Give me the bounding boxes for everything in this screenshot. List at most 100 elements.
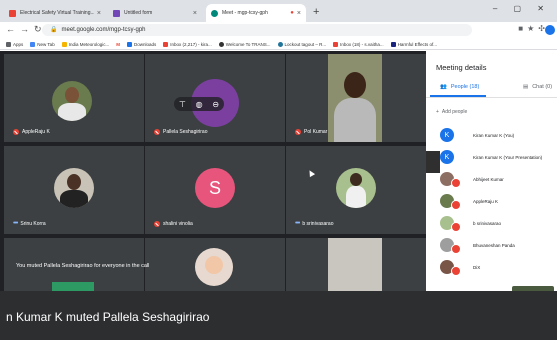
- camera-icon[interactable]: ■: [518, 24, 527, 33]
- mic-off-icon: [451, 244, 461, 254]
- new-tab-button[interactable]: +: [313, 6, 319, 18]
- participant-name-row: shalini vinolia: [154, 221, 193, 227]
- bookmark-gmail[interactable]: M: [116, 42, 120, 47]
- remove-icon[interactable]: ⊖: [212, 100, 219, 109]
- pin-icon[interactable]: ⊤: [179, 100, 186, 109]
- bookmark-label: Harmful Effects of...: [397, 41, 438, 47]
- browser-tab-meet[interactable]: Meet - mgp-tcsy-gph ● ×: [206, 4, 306, 22]
- lock-icon: 🔒: [50, 27, 58, 33]
- list-item[interactable]: K Kiran Kumar K (You): [426, 124, 557, 146]
- bookmark-lockout[interactable]: Lockout tagout – R...: [277, 41, 326, 47]
- participant-tile[interactable]: [145, 238, 285, 291]
- bookmark-harmful[interactable]: Harmful Effects of...: [390, 41, 438, 47]
- bookmarks-bar: Apps New Tab India Meteorologic... M Dow…: [0, 39, 557, 50]
- gmail-icon: [163, 41, 169, 47]
- profile-avatar[interactable]: [545, 25, 555, 35]
- participant-tile[interactable]: S shalini vinolia: [145, 146, 285, 234]
- participant-name-row: Pallela Seshagirirao: [154, 129, 207, 135]
- participant-name: b srinivasarao: [473, 220, 502, 226]
- list-item[interactable]: DiX: [426, 256, 557, 278]
- bookmark-label: Downloads: [133, 41, 157, 47]
- back-icon[interactable]: ←: [6, 24, 20, 34]
- mic-off-icon: [295, 129, 301, 135]
- bookmark-label: Inbox (18) - s.vaitha...: [340, 41, 384, 47]
- gmail-icon: [9, 9, 16, 17]
- speaking-indicator: •••: [295, 220, 300, 227]
- shirt: [58, 103, 86, 121]
- avatar: [195, 248, 233, 286]
- participant-tile[interactable]: Pol Kumar: [286, 54, 426, 142]
- download-icon: [126, 41, 132, 47]
- browser-tab-electrical-safety[interactable]: Electrical Safety Virtual Training... ×: [4, 4, 106, 22]
- participant-name: Bhuvaneshan Panda: [473, 242, 515, 248]
- bookmark-imd[interactable]: India Meteorologic...: [61, 41, 109, 47]
- participant-name: Srinu Korra: [20, 220, 46, 227]
- bookmark-downloads[interactable]: Downloads: [126, 41, 157, 47]
- navigation-buttons[interactable]: ←→↻: [6, 24, 47, 35]
- wordpress-icon: [277, 41, 283, 47]
- participant-tile[interactable]: ⊤ ◍ ⊖ Pallela Seshagirirao: [145, 54, 285, 142]
- video-feed: [328, 238, 382, 291]
- mic-off-icon: [154, 221, 160, 227]
- participant-name: b srinivasarao: [302, 220, 334, 227]
- tile-hover-controls: ⊤ ◍ ⊖: [174, 97, 224, 111]
- window-controls[interactable]: – ▢ ✕: [493, 4, 551, 13]
- list-item[interactable]: K Kiran Kumar K (Your Presentation): [426, 146, 557, 168]
- participant-name: Kiran Kumar K (You): [473, 132, 515, 138]
- forward-icon[interactable]: →: [20, 24, 34, 34]
- bookmark-new-tab[interactable]: New Tab: [30, 41, 55, 47]
- caption-bar: n Kumar K muted Pallela Seshagirirao: [0, 291, 557, 340]
- mic-off-icon: [451, 222, 461, 232]
- close-icon[interactable]: ×: [97, 10, 101, 17]
- participant-tile[interactable]: AppleRaju K: [4, 54, 144, 142]
- participant-tile[interactable]: ••• b srinivasarao: [286, 146, 426, 234]
- bookmark-apps[interactable]: Apps: [6, 41, 24, 47]
- participant-name-row: ••• Srinu Korra: [13, 220, 46, 227]
- participant-tile[interactable]: ••• Srinu Korra: [4, 146, 144, 234]
- bookmark-inbox-2[interactable]: Inbox (18) - s.vaitha...: [333, 41, 384, 47]
- list-item[interactable]: Abhijeet Kumar: [426, 168, 557, 190]
- add-people-button[interactable]: + Add people: [436, 109, 467, 115]
- meet-icon: [211, 9, 218, 17]
- avatar-initial: S: [208, 177, 221, 198]
- bookmark-label: Inbox (2,217) - kira...: [170, 41, 212, 47]
- address-bar[interactable]: 🔒 meet.google.com/mgp-tcsy-gph: [42, 24, 472, 36]
- avatar: S: [195, 168, 235, 208]
- participant-name-row: Pol Kumar: [295, 129, 327, 135]
- panel-tabs: 👥 People (18) ▤ Chat (0): [426, 81, 557, 98]
- gmail-icon: M: [116, 41, 120, 47]
- mic-off-icon[interactable]: ◍: [196, 100, 203, 109]
- star-icon[interactable]: ★: [527, 24, 538, 33]
- video-feed: [328, 54, 382, 142]
- mute-notification: You muted Pallela Seshagirirao for every…: [16, 263, 150, 269]
- list-item[interactable]: AppleRaju K: [426, 190, 557, 212]
- bookmark-label: Apps: [13, 41, 24, 47]
- bookmark-trans[interactable]: Welcome To TRANS...: [218, 41, 271, 47]
- tab-label: People (18): [450, 84, 480, 90]
- bookmark-inbox[interactable]: Inbox (2,217) - kira...: [163, 41, 212, 47]
- participant-list: K Kiran Kumar K (You) K Kiran Kumar K (Y…: [426, 124, 557, 278]
- close-icon[interactable]: ×: [297, 10, 301, 17]
- participant-tile[interactable]: [286, 238, 426, 291]
- bookmark-label: Welcome To TRANS...: [225, 41, 271, 47]
- list-item[interactable]: b srinivasarao: [426, 212, 557, 234]
- recording-dot-icon: ●: [290, 10, 294, 16]
- mic-off-icon: [451, 266, 461, 276]
- bookmark-icon: [61, 41, 67, 47]
- tab-chat[interactable]: ▤ Chat (0): [523, 84, 552, 90]
- participant-name-row: AppleRaju K: [13, 129, 50, 135]
- bookmark-icon: [390, 41, 396, 47]
- meeting-grid: AppleRaju K ⊤ ◍ ⊖ Pallela Seshagirirao P…: [0, 51, 426, 291]
- list-item[interactable]: Bhuvaneshan Panda: [426, 234, 557, 256]
- participant-name-row: ••• b srinivasarao: [295, 220, 334, 227]
- face: [350, 173, 362, 186]
- participant-name: AppleRaju K: [22, 129, 50, 135]
- face: [205, 256, 223, 274]
- participant-name: Kiran Kumar K (Your Presentation): [473, 154, 543, 160]
- tab-people[interactable]: 👥 People (18): [440, 84, 479, 90]
- close-icon[interactable]: ×: [193, 10, 197, 17]
- browser-tab-untitled-form[interactable]: Untitled form ×: [108, 4, 202, 22]
- participant-name: Pallela Seshagirirao: [163, 129, 208, 135]
- avatar: [336, 168, 376, 208]
- meeting-details-panel: Meeting details 👥 People (18) ▤ Chat (0) +…: [426, 51, 557, 292]
